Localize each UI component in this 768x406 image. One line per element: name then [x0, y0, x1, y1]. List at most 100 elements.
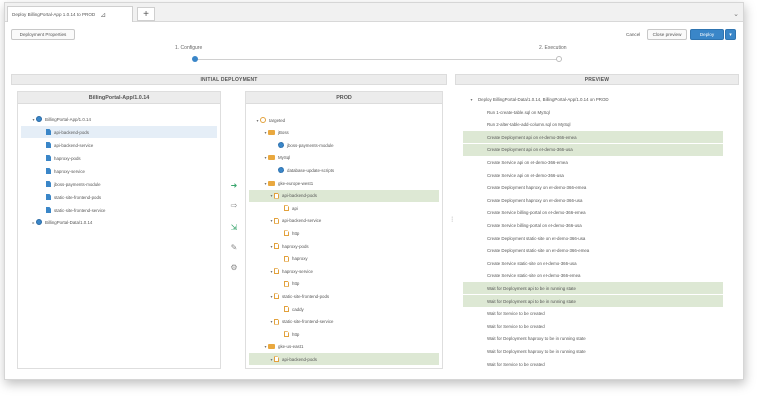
preview-step[interactable]: Create Service api on eI-demo-366-usa: [463, 169, 723, 181]
preview-step[interactable]: Wait for Deployment haproxy to be in run…: [463, 333, 723, 345]
preview-step[interactable]: Wait for Deployment api to be in running…: [463, 282, 723, 295]
preview-step[interactable]: Create Service static-site on eI-demo-36…: [463, 270, 723, 282]
tree-item-label: jboss-payments-module: [54, 181, 101, 187]
undeploy-arrow-icon[interactable]: ⇲: [227, 223, 241, 232]
preview-step-label: Create Service api on eI-demo-366-usa: [487, 172, 564, 178]
preview-step[interactable]: Wait for Deployment haproxy to be in run…: [463, 345, 723, 357]
deployment-properties-button[interactable]: Deployment Properties: [11, 29, 75, 40]
caret-down-icon[interactable]: ▾: [269, 244, 274, 249]
target-tree-item[interactable]: ▾ static-site-frontend-pods: [249, 290, 439, 302]
preview-step[interactable]: Wait for Service to be created: [463, 308, 723, 320]
pin-icon[interactable]: ⊿: [100, 11, 106, 19]
globe-icon: [36, 219, 42, 225]
preview-root-row[interactable]: ▾ Deploy BillingPortal-Data/1.0.14, Bill…: [469, 94, 608, 104]
source-tree-item[interactable]: ▾ BillingPortal-App/1.0.14: [21, 113, 217, 125]
tree-item-label: gke-europe-west1: [278, 180, 314, 186]
caret-down-icon[interactable]: ▾: [269, 294, 274, 299]
preview-step[interactable]: Create Service static-site on eI-demo-36…: [463, 257, 723, 269]
preview-step[interactable]: Create Deployment static-site on eI-demo…: [463, 245, 723, 257]
settings-icon[interactable]: ⚙: [227, 263, 241, 272]
target-tree-item[interactable]: ▾ gke-us-east1: [249, 341, 439, 353]
target-tree-item[interactable]: database-update-scripts: [249, 164, 439, 176]
source-tree-item[interactable]: ▸ BillingPortal-Data/1.0.14: [21, 216, 217, 228]
target-tree-item[interactable]: ▾ api-backend-pods: [249, 189, 439, 202]
deploy-arrow-icon[interactable]: ➜: [227, 181, 241, 190]
edit-pencil-icon[interactable]: ✎: [227, 243, 241, 252]
preview-step[interactable]: Create Deployment api on eI-demo-366-usa: [463, 143, 723, 156]
preview-step[interactable]: Wait for Service to be created: [463, 320, 723, 332]
target-tree-item[interactable]: haproxy: [249, 253, 439, 265]
close-preview-button[interactable]: Close preview: [647, 29, 687, 40]
target-tree-item[interactable]: ▾ haproxy-pods: [249, 240, 439, 252]
preview-step-label: Create Deployment api on eI-demo-366-usa: [487, 147, 573, 153]
target-tree-item[interactable]: http: [249, 227, 439, 239]
tree-item-label: haproxy-pods: [282, 243, 309, 249]
target-tree-item[interactable]: ▾ targeted: [249, 114, 439, 126]
target-tree-item[interactable]: http: [249, 328, 439, 340]
target-tree-item[interactable]: ▾ haproxy-service: [249, 265, 439, 277]
source-package-title: BillingPortal-App/1.0.14: [18, 92, 220, 104]
preview-step-label: Create Deployment haproxy on eI-demo-366…: [487, 185, 587, 191]
preview-step-label: Run 2-alter-table-add-column.sql on MySq…: [487, 122, 571, 128]
preview-step[interactable]: Create Service billing-portal on eI-demo…: [463, 207, 723, 219]
file-blue-icon: [46, 194, 51, 200]
preview-step[interactable]: Run 1-create-table.sql on MySql: [463, 106, 723, 118]
plus-icon: +: [143, 8, 149, 20]
target-icon: [260, 117, 266, 123]
preview-step[interactable]: Wait for Deployment api to be in running…: [463, 295, 723, 307]
caret-down-icon[interactable]: ▾: [269, 218, 274, 223]
preview-step[interactable]: Create Deployment api on eI-demo-366-eme…: [463, 131, 723, 144]
tab-deploy[interactable]: Deploy BillingPortal-App 1.0.14 to PROD …: [7, 6, 133, 22]
deploy-options-button[interactable]: ▾: [725, 29, 736, 40]
deploy-button[interactable]: Deploy: [690, 29, 724, 40]
preview-step[interactable]: Create Deployment static-site on eI-demo…: [463, 232, 723, 244]
preview-step[interactable]: Create Deployment haproxy on eI-demo-366…: [463, 194, 723, 206]
tree-item-label: api: [292, 205, 298, 211]
preview-step-label: Create Deployment static-site on eI-demo…: [487, 248, 590, 254]
source-tree-item[interactable]: haproxy-pods: [21, 152, 217, 164]
tree-item-label: database-update-scripts: [287, 167, 335, 173]
source-tree-item[interactable]: jboss-payments-module: [21, 178, 217, 190]
target-tree-item[interactable]: http: [249, 278, 439, 290]
target-tree-item[interactable]: ▾ gke-europe-west1: [249, 177, 439, 189]
preview-step[interactable]: Create Service billing-portal on eI-demo…: [463, 219, 723, 231]
step-configure[interactable]: 1. Configure: [175, 45, 202, 51]
file-orange-icon: [274, 192, 279, 199]
source-tree-item[interactable]: static-site-frontend-service: [21, 204, 217, 216]
preview-step-label: Wait for Service to be created: [487, 311, 545, 317]
preview-step[interactable]: Create Service api on eI-demo-366-emea: [463, 156, 723, 168]
step-execution[interactable]: 2. Execution: [539, 45, 567, 51]
preview-step[interactable]: Wait for Service to be created: [463, 358, 723, 370]
target-tree-item[interactable]: jboss-payments-module: [249, 139, 439, 151]
target-tree-item[interactable]: api: [249, 202, 439, 214]
target-tree-item[interactable]: ▾ jBoss: [249, 127, 439, 139]
splitter-handle[interactable]: · · ·: [451, 214, 453, 225]
cancel-button[interactable]: Cancel: [626, 32, 640, 37]
file-orange-icon: [274, 293, 279, 300]
chevron-down-icon[interactable]: ⌄: [733, 10, 739, 18]
target-tree-item[interactable]: ▾ MySql: [249, 152, 439, 164]
source-tree-item[interactable]: static-site-frontend-pods: [21, 191, 217, 203]
new-tab-button[interactable]: +: [137, 7, 155, 21]
source-tree-item[interactable]: haproxy-service: [21, 165, 217, 177]
target-tree-item[interactable]: ▾ api-backend-pods: [249, 353, 439, 366]
file-orange-icon: [284, 255, 289, 262]
caret-down-icon[interactable]: ▾: [269, 269, 274, 274]
file-orange-icon: [274, 217, 279, 224]
caret-down-icon[interactable]: ▾: [269, 193, 274, 198]
target-tree-item[interactable]: ▾ static-site-frontend-service: [249, 316, 439, 328]
target-tree-item[interactable]: caddy: [249, 303, 439, 315]
source-tree-item[interactable]: api-backend-pods: [21, 126, 217, 138]
preview-step[interactable]: Create Deployment haproxy on eI-demo-366…: [463, 182, 723, 194]
preview-step-label: Wait for Deployment haproxy to be in run…: [487, 336, 586, 342]
move-arrow-icon[interactable]: ⇨: [227, 201, 241, 210]
target-tree-item[interactable]: ▾ api-backend-service: [249, 215, 439, 227]
tree-item-label: BillingPortal-App/1.0.14: [45, 116, 91, 122]
caret-down-icon[interactable]: ▾: [269, 319, 274, 324]
file-blue-icon: [46, 155, 51, 161]
tree-item-label: static-site-frontend-service: [282, 319, 334, 325]
caret-down-icon[interactable]: ▾: [269, 357, 274, 362]
tree-item-label: api-backend-pods: [282, 356, 317, 362]
source-tree-item[interactable]: api-backend-service: [21, 139, 217, 151]
preview-step[interactable]: Run 2-alter-table-add-column.sql on MySq…: [463, 119, 723, 131]
